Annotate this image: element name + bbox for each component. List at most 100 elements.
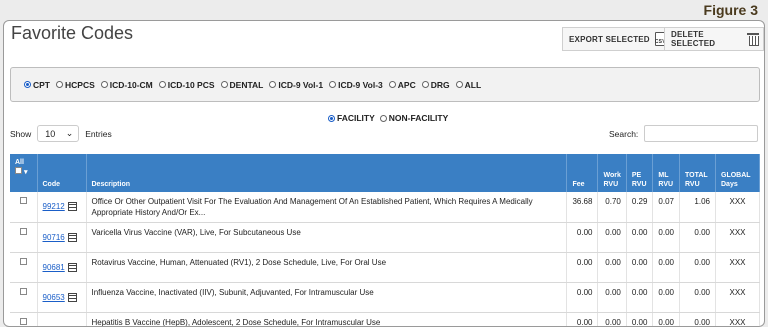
chevron-down-icon: ⌄ [65, 128, 74, 138]
figure-label: Figure 3 [703, 2, 758, 18]
code-link[interactable]: 90653 [43, 292, 65, 303]
code-cell: 90653 [37, 282, 87, 313]
code-type-option[interactable]: APC [388, 80, 416, 90]
code-type-label: ICD-10-CM [109, 79, 153, 90]
export-selected-label: EXPORT SELECTED [569, 34, 650, 44]
code-type-selector: CPT HCPCS ICD-10-CM ICD-10 PCS DENTAL ICD-9 V… [10, 67, 760, 102]
pe-rvu-cell: 0.00 [626, 252, 654, 283]
page-length-control: Show 10 ⌄ Entries [10, 125, 112, 142]
radio-button[interactable] [421, 81, 429, 88]
entries-label: Entries [85, 128, 112, 139]
code-type-option[interactable]: ICD-10-CM [100, 79, 153, 90]
column-header-global-days[interactable]: GLOBAL Days [715, 154, 760, 192]
notes-icon[interactable] [67, 263, 77, 273]
column-header-all[interactable]: All ▾ [10, 154, 38, 192]
row-checkbox[interactable] [19, 228, 27, 235]
delete-selected-label: DELETE SELECTED [671, 30, 716, 48]
table-row: Hepatitis B Vaccine (HepB), Adolescent, … [10, 312, 760, 326]
description-cell: Rotavirus Vaccine, Human, Attenuated (RV… [86, 252, 568, 283]
radio-button[interactable] [269, 81, 277, 88]
code-type-option[interactable]: DRG [421, 80, 450, 90]
column-header-fee[interactable]: Fee [566, 154, 599, 192]
column-header-total-rvu[interactable]: TOTAL RVU [679, 154, 716, 192]
radio-button[interactable] [220, 81, 228, 88]
row-checkbox[interactable] [19, 288, 27, 295]
search-input[interactable] [644, 125, 759, 142]
column-header-code[interactable]: Code [37, 154, 87, 192]
code-type-option[interactable]: ICD-9 Vol-1 [269, 80, 323, 90]
table-row: 90653 Influenza Vaccine, Inactivated (IIV… [10, 282, 760, 313]
notes-icon[interactable] [67, 202, 77, 212]
global-days-cell: XXX [715, 222, 760, 253]
code-type-option[interactable]: HCPCS [56, 80, 95, 90]
notes-icon[interactable] [67, 233, 77, 243]
sort-caret-icon[interactable]: ▾ [24, 169, 28, 176]
pe-rvu-cell: 0.00 [626, 282, 654, 313]
code-type-option[interactable]: DENTAL [220, 80, 263, 90]
radio-button[interactable] [379, 114, 387, 122]
code-link[interactable]: 90681 [43, 262, 65, 273]
row-checkbox[interactable] [19, 258, 27, 265]
description-cell: Influenza Vaccine, Inactivated (IIV), Su… [86, 282, 568, 313]
code-type-option[interactable]: CPT [24, 80, 50, 90]
code-cell: 90716 [37, 222, 87, 253]
row-checkbox[interactable] [19, 197, 27, 204]
row-select-cell [10, 222, 38, 253]
table-row: 90681 Rotavirus Vaccine, Human, Attenuate… [10, 252, 760, 283]
code-cell [37, 312, 87, 326]
code-cell: 90681 [37, 252, 87, 283]
radio-button[interactable] [24, 81, 31, 88]
trash-icon [746, 33, 760, 46]
ml-rvu-cell: 0.00 [652, 282, 680, 313]
code-link[interactable]: 90716 [43, 232, 65, 243]
code-type-label: ICD-9 Vol-3 [338, 79, 383, 90]
total-rvu-cell: 0.00 [679, 252, 716, 283]
select-all-checkbox[interactable] [15, 167, 22, 174]
pe-rvu-cell: 0.00 [626, 312, 654, 326]
radio-button[interactable] [328, 114, 335, 122]
total-rvu-cell: 0.00 [679, 222, 716, 253]
work-rvu-cell: 0.00 [597, 312, 627, 326]
code-link[interactable]: 99212 [43, 201, 65, 212]
ml-rvu-cell: 0.00 [652, 252, 680, 283]
radio-button[interactable] [388, 81, 396, 88]
radio-button[interactable] [158, 81, 166, 88]
work-rvu-cell: 0.70 [597, 192, 627, 223]
fee-cell: 0.00 [566, 252, 599, 283]
facility-selector: FACILITY NON-FACILITY [328, 113, 453, 123]
column-header-ml-rvu[interactable]: ML RVU [652, 154, 680, 192]
notes-icon[interactable] [67, 293, 77, 303]
radio-button[interactable] [329, 81, 337, 88]
export-selected-button[interactable]: EXPORT SELECTED CSV [562, 27, 673, 51]
pe-rvu-cell: 0.00 [626, 222, 654, 253]
facility-label: FACILITY [337, 113, 375, 123]
code-cell: 99212 [37, 192, 87, 223]
global-days-cell: XXX [715, 192, 760, 223]
code-type-option[interactable]: ALL [455, 80, 481, 90]
description-cell: Office Or Other Outpatient Visit For The… [86, 192, 568, 223]
work-rvu-cell: 0.00 [597, 282, 627, 313]
delete-selected-button[interactable]: DELETE SELECTED [664, 27, 764, 51]
facility-option[interactable]: FACILITY [328, 113, 375, 123]
code-type-option[interactable]: ICD-9 Vol-3 [329, 80, 383, 90]
ml-rvu-cell: 0.00 [652, 222, 680, 253]
code-type-option[interactable]: ICD-10 PCS [158, 80, 215, 90]
column-header-description[interactable]: Description [86, 154, 568, 192]
row-select-cell [10, 282, 38, 313]
search-control: Search: [609, 125, 759, 142]
description-cell: Hepatitis B Vaccine (HepB), Adolescent, … [86, 312, 568, 326]
work-rvu-cell: 0.00 [597, 252, 627, 283]
entries-select[interactable]: 10 ⌄ [37, 125, 80, 142]
column-header-work-rvu[interactable]: Work RVU [597, 154, 627, 192]
radio-button[interactable] [455, 81, 463, 88]
row-select-cell [10, 252, 38, 283]
global-days-cell: XXX [715, 252, 760, 283]
row-select-cell [10, 312, 38, 326]
row-checkbox[interactable] [19, 318, 27, 325]
column-header-pe-rvu[interactable]: PE RVU [626, 154, 654, 192]
codes-table: All ▾ Code Description Fee Work RVU PE R… [10, 154, 760, 326]
fee-cell: 0.00 [566, 312, 599, 326]
radio-button[interactable] [56, 81, 63, 88]
radio-button[interactable] [100, 81, 108, 88]
facility-option[interactable]: NON-FACILITY [379, 113, 448, 123]
